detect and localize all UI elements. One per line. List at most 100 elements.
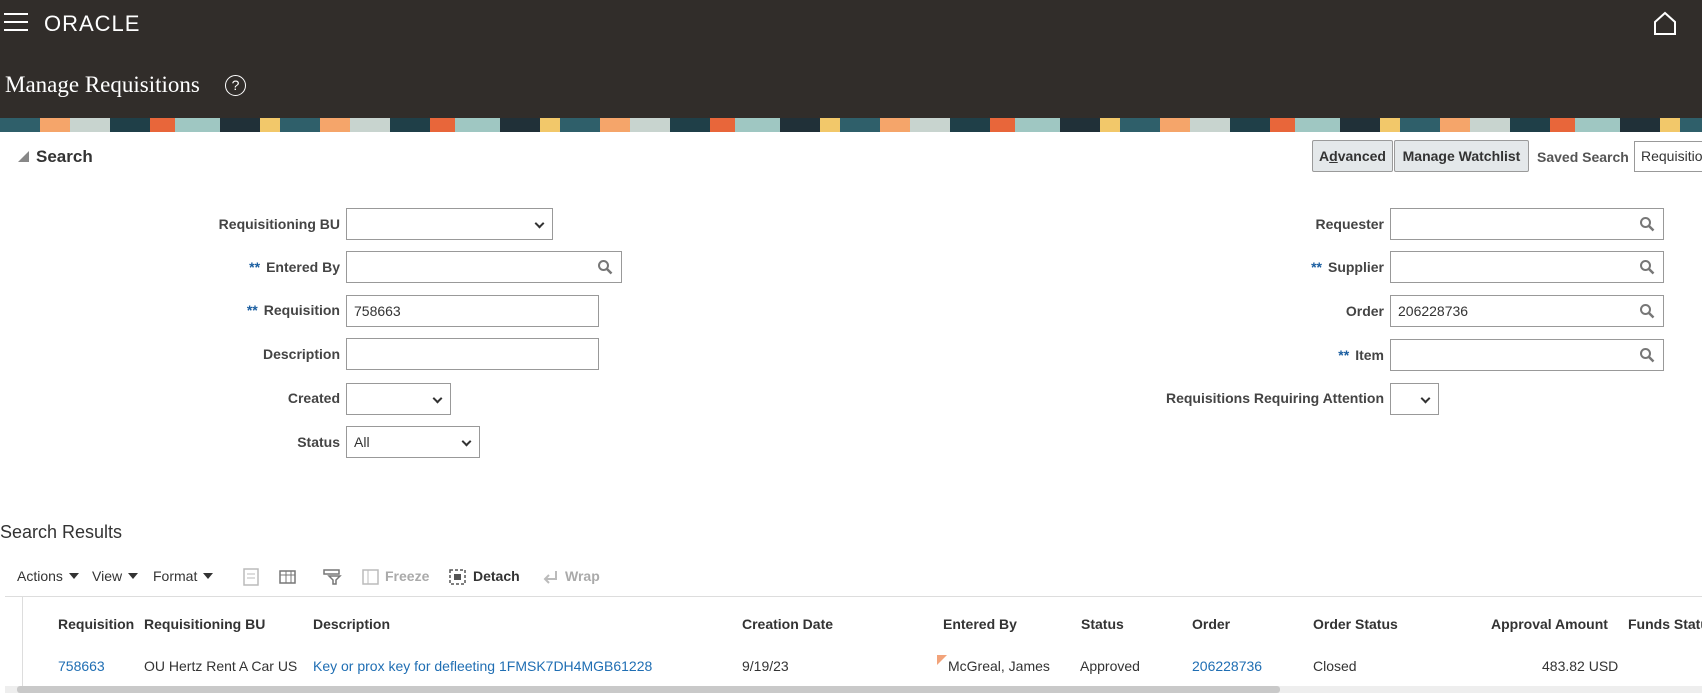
search-icon[interactable] xyxy=(1639,216,1655,232)
table-row-header-border xyxy=(22,597,23,693)
actions-menu[interactable]: Actions xyxy=(17,568,79,584)
status-select[interactable]: All xyxy=(346,426,480,458)
requisition-label-text: Requisition xyxy=(263,302,340,318)
column-header-requisitioning-bu[interactable]: Requisitioning BU xyxy=(144,616,265,632)
order-input[interactable]: 206228736 xyxy=(1390,295,1664,327)
description-input[interactable] xyxy=(346,338,599,370)
advanced-label-rest: vanced xyxy=(1337,148,1386,164)
approval-amount-cell: 483.82 USD xyxy=(1542,658,1618,674)
supplier-label-text: Supplier xyxy=(1327,259,1384,275)
description-label: Description xyxy=(262,346,340,362)
requester-label: Requester xyxy=(1315,216,1384,232)
table-top-border xyxy=(5,596,1702,597)
order-link[interactable]: 206228736 xyxy=(1192,658,1262,674)
saved-search-label: Saved Search xyxy=(1537,149,1629,165)
status-cell: Approved xyxy=(1080,658,1140,674)
column-header-entered-by[interactable]: Entered By xyxy=(943,616,1017,632)
column-header-order[interactable]: Order xyxy=(1192,616,1230,632)
wrap-button: Wrap xyxy=(565,568,600,584)
search-icon[interactable] xyxy=(1639,303,1655,319)
supplier-input[interactable] xyxy=(1390,251,1664,283)
order-value: 206228736 xyxy=(1398,303,1469,319)
advanced-button[interactable]: Advanced xyxy=(1312,140,1393,172)
attention-label: Requisitions Requiring Attention xyxy=(1165,390,1384,406)
column-header-requisition[interactable]: Requisition xyxy=(58,616,134,632)
attention-select[interactable] xyxy=(1390,383,1439,415)
saved-search-select[interactable]: Requisitions xyxy=(1634,141,1702,172)
global-header: ORACLE Manage Requisitions ? xyxy=(0,0,1702,118)
detach-button[interactable]: Detach xyxy=(473,568,520,584)
chevron-down-icon xyxy=(534,218,545,229)
entered-by-label-text: Entered By xyxy=(266,259,340,275)
item-input[interactable] xyxy=(1390,339,1664,371)
requisitioning-bu-select[interactable] xyxy=(346,208,553,240)
column-header-order-status[interactable]: Order Status xyxy=(1313,616,1398,632)
export-icon[interactable] xyxy=(242,568,262,586)
creation-date-cell: 9/19/23 xyxy=(742,658,789,674)
search-section-toggle[interactable]: Search xyxy=(18,147,93,167)
wrap-icon xyxy=(543,571,557,584)
caret-down-icon xyxy=(203,573,214,579)
entered-by-label: ** Entered By xyxy=(160,259,340,275)
freeze-button: Freeze xyxy=(385,568,430,584)
help-icon[interactable]: ? xyxy=(225,75,246,96)
caret-down-icon xyxy=(128,573,139,579)
created-select[interactable] xyxy=(346,383,451,415)
supplier-label: ** Supplier xyxy=(1100,259,1384,275)
search-icon[interactable] xyxy=(1639,347,1655,363)
requester-input[interactable] xyxy=(1390,208,1664,240)
column-header-status[interactable]: Status xyxy=(1081,616,1124,632)
chevron-down-icon xyxy=(1420,393,1431,404)
search-icon[interactable] xyxy=(1639,259,1655,275)
manage-watchlist-button[interactable]: Manage Watchlist xyxy=(1394,140,1529,172)
required-marker: ** xyxy=(249,259,261,275)
currency-code: USD xyxy=(1588,658,1619,674)
description-link[interactable]: Key or prox key for defleeting 1FMSK7DH4… xyxy=(313,658,652,674)
view-menu[interactable]: View xyxy=(92,568,139,584)
actions-label: Actions xyxy=(17,568,63,584)
search-icon[interactable] xyxy=(597,259,613,275)
chevron-down-icon xyxy=(461,436,472,447)
caret-down-icon xyxy=(68,573,79,579)
advanced-mnemonic: d xyxy=(1329,148,1338,164)
column-header-funds-status[interactable]: Funds Status xyxy=(1628,616,1702,632)
item-label-text: Item xyxy=(1355,347,1384,363)
amount-value: 483.82 xyxy=(1542,658,1585,674)
required-marker: ** xyxy=(246,302,258,318)
entered-by-input[interactable] xyxy=(346,251,622,283)
flag-icon xyxy=(937,655,947,665)
horizontal-scrollbar[interactable] xyxy=(5,686,1702,693)
order-status-cell: Closed xyxy=(1313,658,1357,674)
requisitioning-bu-cell: OU Hertz Rent A Car US xyxy=(144,658,298,674)
column-header-approval-amount[interactable]: Approval Amount xyxy=(1491,616,1608,632)
menu-icon[interactable] xyxy=(4,13,28,33)
required-marker: ** xyxy=(1338,347,1350,363)
created-label: Created xyxy=(287,390,340,406)
advanced-label-part: A xyxy=(1319,148,1330,164)
chevron-down-icon xyxy=(432,393,443,404)
home-icon[interactable] xyxy=(1652,10,1678,36)
format-menu[interactable]: Format xyxy=(153,568,214,584)
view-label: View xyxy=(92,568,123,584)
status-value: All xyxy=(354,434,370,450)
requisitioning-bu-label: Requisitioning BU xyxy=(218,216,340,232)
order-label: Order xyxy=(1345,303,1384,319)
requisition-link[interactable]: 758663 xyxy=(58,658,105,674)
required-marker: ** xyxy=(1311,259,1322,275)
columns-icon[interactable] xyxy=(278,568,298,586)
filter-icon[interactable] xyxy=(323,568,343,586)
status-label: Status xyxy=(297,434,340,450)
column-header-description[interactable]: Description xyxy=(313,616,390,632)
decorative-banner xyxy=(0,118,1702,132)
scrollbar-thumb[interactable] xyxy=(17,686,1280,693)
collapse-triangle-icon xyxy=(18,151,29,162)
page-title: Manage Requisitions xyxy=(5,72,200,97)
search-results-title: Search Results xyxy=(0,522,123,542)
freeze-icon xyxy=(362,569,379,585)
column-header-creation-date[interactable]: Creation Date xyxy=(742,616,833,632)
requisition-label: ** Requisition xyxy=(160,302,340,318)
oracle-logo[interactable]: ORACLE xyxy=(44,11,140,37)
format-label: Format xyxy=(153,568,198,584)
detach-icon[interactable] xyxy=(448,568,468,586)
requisition-input[interactable]: 758663 xyxy=(346,295,599,327)
